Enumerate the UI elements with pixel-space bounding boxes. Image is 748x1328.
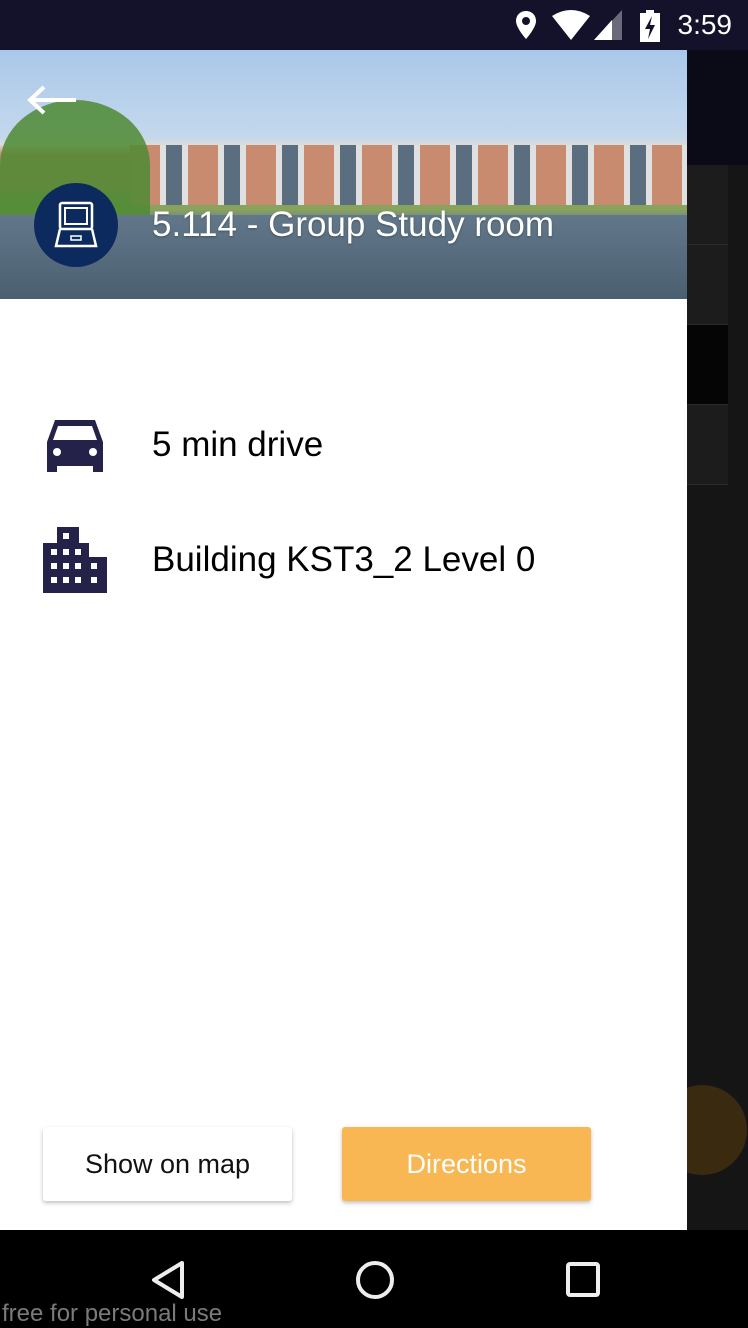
home-nav-icon[interactable]	[355, 1260, 395, 1300]
header-image: 5.114 - Group Study room	[0, 50, 687, 299]
battery-charging-icon	[640, 10, 660, 42]
laptop-icon	[54, 201, 98, 248]
travel-time-row: 5 min drive	[0, 405, 687, 485]
building-text: Building KST3_2 Level 0	[152, 540, 536, 579]
location-detail-sheet: 5.114 - Group Study room 5 min drive Bui…	[0, 50, 687, 1230]
back-nav-icon[interactable]	[150, 1260, 186, 1300]
car-icon	[47, 420, 103, 472]
room-avatar	[34, 183, 118, 267]
building-row: Building KST3_2 Level 0	[0, 520, 687, 600]
wifi-icon	[552, 10, 590, 40]
directions-button[interactable]: Directions	[342, 1127, 591, 1201]
arrow-left-icon[interactable]	[24, 82, 80, 118]
building-icon	[43, 527, 107, 593]
travel-time-text: 5 min drive	[152, 425, 324, 464]
recents-nav-icon[interactable]	[565, 1260, 601, 1300]
navigation-bar: free for personal use	[0, 1230, 748, 1328]
page-title: 5.114 - Group Study room	[152, 205, 555, 244]
status-bar: 3:59	[0, 0, 748, 50]
signal-icon	[594, 10, 622, 40]
show-on-map-button[interactable]: Show on map	[43, 1127, 292, 1201]
watermark: free for personal use	[2, 1300, 223, 1327]
dimmed-background-app	[657, 50, 748, 1230]
location-icon	[516, 11, 536, 39]
clock: 3:59	[677, 9, 733, 40]
